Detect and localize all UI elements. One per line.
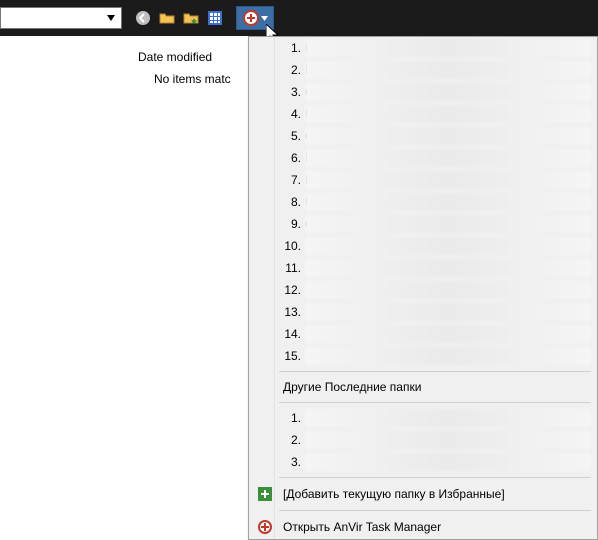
recent-folders-menu: 1.D2.D3.C4.D5.C6.D7.D8.D9.C 10. 11. 12. 13. 1… [248, 36, 598, 540]
item-blurred-text [305, 149, 591, 167]
item-number: 2. [283, 433, 301, 447]
column-header-date-modified[interactable]: Date modified [138, 50, 212, 64]
toolbar-icons [134, 9, 224, 27]
recent-folder-item[interactable]: 4.D [249, 103, 597, 125]
plus-circle-icon [257, 519, 273, 535]
toolbar [0, 0, 598, 36]
add-to-favorites-label: [Добавить текущую папку в Избранные] [283, 487, 597, 501]
empty-list-message: No items matc [154, 72, 231, 86]
item-number: 14. [283, 327, 301, 341]
recent-folder-item[interactable]: 3.C [249, 81, 597, 103]
item-number: 10. [283, 239, 301, 253]
add-to-favorites-item[interactable]: [Добавить текущую папку в Избранные] [249, 482, 597, 506]
recent-folders-dropdown-button[interactable] [236, 6, 274, 30]
item-blurred-text [305, 105, 591, 123]
item-number: 5. [283, 129, 301, 143]
item-blurred-text [305, 215, 591, 233]
item-blurred-text [305, 83, 591, 101]
item-number: 13. [283, 305, 301, 319]
recent-folder-item[interactable]: 5.C [249, 125, 597, 147]
item-number: 1. [283, 41, 301, 55]
item-number: 15. [283, 349, 301, 363]
item-number: 2. [283, 63, 301, 77]
recent-folder-item[interactable]: 1.D [249, 37, 597, 59]
recent-folder-item[interactable]: 2.D [249, 59, 597, 81]
item-blurred-text [305, 325, 591, 343]
item-blurred-text [305, 193, 591, 211]
item-number: 7. [283, 173, 301, 187]
menu-separator [279, 371, 591, 372]
menu-separator [279, 477, 591, 478]
item-number: 1. [283, 411, 301, 425]
recent-folder-item[interactable]: 2. [249, 429, 597, 451]
item-number: 11. [283, 261, 301, 275]
item-number: 4. [283, 107, 301, 121]
recent-folder-item[interactable]: 13. [249, 301, 597, 323]
item-blurred-text [305, 409, 591, 427]
open-anvir-label: Открыть AnVir Task Manager [283, 520, 597, 534]
item-blurred-text [305, 237, 591, 255]
item-blurred-text [305, 431, 591, 449]
item-blurred-text [305, 127, 591, 145]
item-blurred-text [305, 61, 591, 79]
section-label-other-recent: Другие Последние папки [249, 376, 597, 398]
item-blurred-text [305, 303, 591, 321]
item-blurred-text [305, 347, 591, 365]
item-number: 3. [283, 85, 301, 99]
recent-folder-item[interactable]: 3. [249, 451, 597, 473]
recent-folder-item[interactable]: 12. [249, 279, 597, 301]
item-number: 8. [283, 195, 301, 209]
grid-view-icon[interactable] [206, 9, 224, 27]
menu-separator [279, 402, 591, 403]
item-number: 6. [283, 151, 301, 165]
recent-folder-item[interactable]: 8.D [249, 191, 597, 213]
item-number: 12. [283, 283, 301, 297]
plus-square-icon [257, 486, 273, 502]
item-blurred-text [305, 453, 591, 471]
recent-folder-item[interactable]: 7.D [249, 169, 597, 191]
back-arrow-icon[interactable] [134, 9, 152, 27]
item-number: 3. [283, 455, 301, 469]
item-number: 9. [283, 217, 301, 231]
recent-folder-item[interactable]: 15. [249, 345, 597, 367]
item-blurred-text [305, 259, 591, 277]
recent-folder-item[interactable]: 10. [249, 235, 597, 257]
recent-folder-item[interactable]: 6.D [249, 147, 597, 169]
recent-folder-item[interactable]: 14. [249, 323, 597, 345]
recent-folder-item[interactable]: 11. [249, 257, 597, 279]
menu-separator [279, 510, 591, 511]
open-anvir-item[interactable]: Открыть AnVir Task Manager [249, 515, 597, 539]
folder-star-icon[interactable] [182, 9, 200, 27]
chevron-down-icon [261, 16, 268, 21]
item-blurred-text [305, 171, 591, 189]
combo-dropdown-arrow[interactable] [103, 8, 119, 28]
address-combo[interactable] [0, 7, 122, 29]
item-blurred-text [305, 39, 591, 57]
recent-folder-item[interactable]: 9.C [249, 213, 597, 235]
item-blurred-text [305, 281, 591, 299]
recent-folder-item[interactable]: 1. [249, 407, 597, 429]
plus-circle-icon [243, 10, 259, 26]
folder-open-icon[interactable] [158, 9, 176, 27]
